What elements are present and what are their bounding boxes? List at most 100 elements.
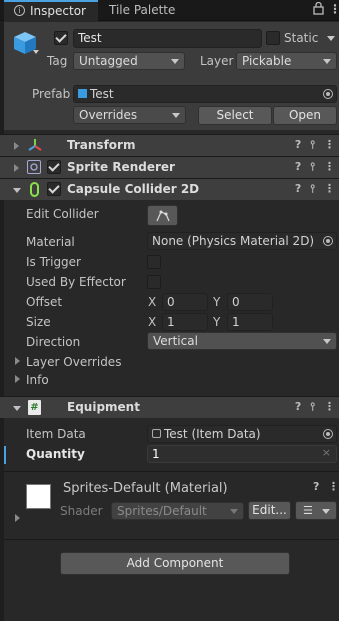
help-icon[interactable]: ? [295,160,301,174]
direction-label: Direction [26,335,81,349]
material-value: None (Physics Material 2D) [152,234,315,248]
size-x-field[interactable]: 1 [162,313,208,331]
prefab-value: Test [90,87,114,101]
item-data-field[interactable]: Test (Item Data) [147,425,337,443]
chevron-down-icon [322,509,330,514]
tab-inspector[interactable]: i Inspector [4,0,98,21]
equipment-header-icons: ? ⫯ ⋮ [295,400,335,414]
list-icon: ☰ [303,504,313,517]
component-menu-icon[interactable]: ⋮ [324,160,335,174]
transform-title: Transform [67,138,136,152]
object-picker-icon[interactable] [323,89,333,99]
tab-menu-icon[interactable]: ⋮ [329,2,339,16]
edit-collider-button[interactable] [147,205,178,226]
capsule-collider-title: Capsule Collider 2D [67,182,200,196]
overrides-dropdown[interactable]: Overrides [73,106,186,124]
layer-overrides-fold-icon[interactable] [15,357,20,365]
script-icon: # [28,400,41,415]
bottom-divider [4,539,339,540]
sprite-renderer-header-icons: ? ⫯ ⋮ [295,160,335,174]
help-icon[interactable]: ? [295,138,301,152]
prefab-field[interactable]: Test [73,85,337,103]
fold-arrow-icon[interactable] [13,188,21,193]
used-by-effector-checkbox[interactable] [147,275,161,289]
is-trigger-checkbox[interactable] [147,255,161,269]
preset-icon[interactable]: ⫯ [310,138,315,152]
quantity-field[interactable]: 1 × [147,445,337,463]
clear-icon[interactable]: × [322,446,331,459]
tab-inspector-label: Inspector [30,4,86,18]
chevron-down-icon [230,509,238,514]
transform-header[interactable]: Transform ? ⫯ ⋮ [0,134,339,156]
material-field[interactable]: None (Physics Material 2D) [147,232,337,250]
material-menu-icon[interactable]: ⋮ [328,480,339,493]
sprite-renderer-title: Sprite Renderer [67,160,175,174]
preset-icon[interactable]: ⫯ [310,400,315,414]
open-button[interactable]: Open [273,106,337,125]
capsule-collider-header[interactable]: Capsule Collider 2D ? ⫯ ⋮ [0,178,339,200]
shader-value: Sprites/Default [117,504,207,518]
object-picker-icon[interactable] [323,429,333,439]
fold-arrow-icon[interactable] [14,164,19,172]
direction-dropdown[interactable]: Vertical [147,332,337,350]
fold-arrow-icon[interactable] [13,406,21,411]
item-data-value: Test (Item Data) [164,427,261,441]
info-label[interactable]: Info [26,373,49,387]
info-icon: i [14,5,25,16]
active-checkbox[interactable] [54,31,68,45]
preset-icon[interactable]: ⫯ [310,182,315,196]
object-name-field[interactable]: Test [73,29,262,48]
offset-y-label[interactable]: Y [213,295,220,309]
offset-x-field[interactable]: 0 [162,293,208,311]
edit-collider-icon [155,210,170,222]
component-menu-icon[interactable]: ⋮ [324,400,335,414]
overrides-label: Overrides [79,108,138,122]
fold-arrow-icon[interactable] [14,142,19,150]
object-picker-icon[interactable] [323,236,333,246]
layer-value: Pickable [242,54,292,68]
layer-dropdown[interactable]: Pickable [236,52,337,70]
offset-y-field[interactable]: 0 [227,293,273,311]
chevron-down-icon [323,339,331,344]
material-section-divider [4,471,339,472]
offset-label: Offset [26,295,63,309]
help-icon[interactable]: ? [295,400,301,414]
capsule-collider-enabled-checkbox[interactable] [47,182,61,196]
sprite-renderer-header[interactable]: Sprite Renderer ? ⫯ ⋮ [0,156,339,178]
layer-overrides-label[interactable]: Layer Overrides [26,355,121,369]
material-help-icon[interactable]: ? [313,480,319,493]
size-x-label[interactable]: X [148,315,156,329]
static-dropdown-arrow-icon[interactable] [327,36,335,41]
transform-header-icons: ? ⫯ ⋮ [295,138,335,152]
select-button[interactable]: Select [198,106,272,125]
add-component-button[interactable]: Add Component [60,552,290,575]
lock-icon[interactable] [313,1,324,15]
sprite-renderer-icon [27,160,41,174]
material-label: Material [26,235,75,249]
used-by-effector-label: Used By Effector [26,275,126,289]
equipment-header[interactable]: # Equipment ? ⫯ ⋮ [0,396,339,418]
quantity-label: Quantity [26,447,85,461]
component-menu-icon[interactable]: ⋮ [324,182,335,196]
static-checkbox[interactable] [266,31,280,45]
size-label: Size [26,315,51,329]
preset-icon[interactable]: ⫯ [310,160,315,174]
icon-dropdown-arrow-icon[interactable] [33,50,39,54]
shader-dropdown[interactable]: Sprites/Default [111,502,244,520]
tag-dropdown[interactable]: Untagged [73,52,185,70]
component-menu-icon[interactable]: ⋮ [324,138,335,152]
material-fold-icon[interactable] [15,514,20,522]
help-icon[interactable]: ? [295,182,301,196]
direction-value: Vertical [153,334,198,348]
material-name: Sprites-Default (Material) [63,481,228,496]
size-y-field[interactable]: 1 [227,313,273,331]
edit-collider-label: Edit Collider [26,207,99,221]
info-fold-icon[interactable] [15,375,20,383]
tab-tile-palette[interactable]: Tile Palette [98,0,198,21]
size-y-label[interactable]: Y [213,315,220,329]
shader-options-button[interactable]: ☰ [295,501,337,520]
prefab-cube-icon [78,89,87,98]
shader-edit-button[interactable]: Edit... [248,501,291,520]
offset-x-label[interactable]: X [148,295,156,309]
sprite-renderer-enabled-checkbox[interactable] [47,160,61,174]
